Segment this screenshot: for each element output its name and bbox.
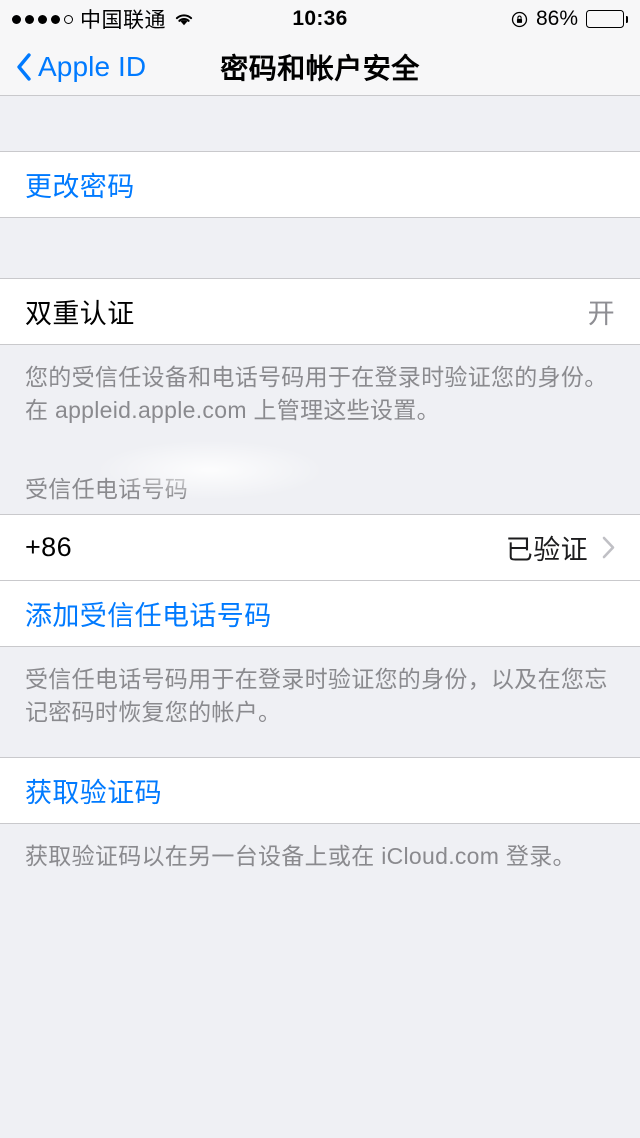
two-factor-label: 双重认证 bbox=[25, 299, 135, 329]
battery-percent-label: 86% bbox=[535, 7, 578, 30]
two-factor-row[interactable]: 双重认证 开 bbox=[0, 279, 640, 344]
password-section: 更改密码 bbox=[0, 151, 640, 218]
trusted-numbers-section: +86 已验证 添加受信任电话号码 bbox=[0, 513, 640, 647]
app-screen: 中国联通 10:36 86% Apple ID 密码和帐户安全 更改密码 双重认… bbox=[0, 0, 640, 1138]
rotation-lock-icon bbox=[511, 11, 528, 28]
trusted-numbers-header: 受信任电话号码 bbox=[0, 447, 640, 514]
two-factor-value-container: 开 bbox=[588, 292, 615, 331]
trusted-numbers-footer: 受信任电话号码用于在登录时验证您的身份，以及在您忘记密码时恢复您的帐户。 bbox=[0, 646, 640, 758]
get-verification-code-row[interactable]: 获取验证码 bbox=[0, 758, 640, 824]
battery-icon bbox=[586, 10, 628, 28]
add-trusted-number-label: 添加受信任电话号码 bbox=[25, 600, 272, 631]
trusted-number-right: 已验证 bbox=[506, 528, 615, 567]
two-factor-status-value: 开 bbox=[587, 299, 615, 329]
change-password-row[interactable]: 更改密码 bbox=[0, 152, 640, 217]
page-title: 密码和帐户安全 bbox=[0, 38, 640, 96]
verification-code-footer: 获取验证码以在另一台设备上或在 iCloud.com 登录。 bbox=[0, 824, 640, 894]
chevron-right-icon bbox=[602, 536, 615, 559]
two-factor-footer: 您的受信任设备和电话号码用于在登录时验证您的身份。在 appleid.apple… bbox=[0, 345, 640, 448]
section-spacer bbox=[0, 218, 640, 278]
status-bar: 中国联通 10:36 86% bbox=[0, 0, 640, 38]
trusted-number-row[interactable]: +86 已验证 bbox=[0, 514, 640, 580]
clock-label: 10:36 bbox=[292, 7, 348, 30]
status-bar-right: 86% bbox=[511, 0, 628, 38]
change-password-label: 更改密码 bbox=[25, 172, 135, 202]
verification-code-footer-text: 获取验证码以在另一台设备上或在 iCloud.com 登录。 bbox=[25, 843, 576, 870]
trusted-numbers-footer-text: 受信任电话号码用于在登录时验证您的身份，以及在您忘记密码时恢复您的帐户。 bbox=[25, 665, 608, 726]
verification-code-section: 获取验证码 bbox=[0, 757, 640, 825]
two-factor-footer-text: 您的受信任设备和电话号码用于在登录时验证您的身份。在 appleid.apple… bbox=[25, 364, 608, 424]
get-verification-code-label: 获取验证码 bbox=[25, 778, 162, 809]
trusted-numbers-header-text: 受信任电话号码 bbox=[25, 475, 189, 502]
top-spacer bbox=[0, 96, 640, 151]
trusted-number-status: 已验证 bbox=[505, 534, 588, 565]
add-trusted-number-row[interactable]: 添加受信任电话号码 bbox=[0, 580, 640, 646]
trusted-number-label: +86 bbox=[25, 531, 72, 562]
two-factor-section: 双重认证 开 bbox=[0, 278, 640, 345]
page-title-label: 密码和帐户安全 bbox=[220, 53, 420, 84]
navigation-bar: Apple ID 密码和帐户安全 bbox=[0, 38, 640, 96]
